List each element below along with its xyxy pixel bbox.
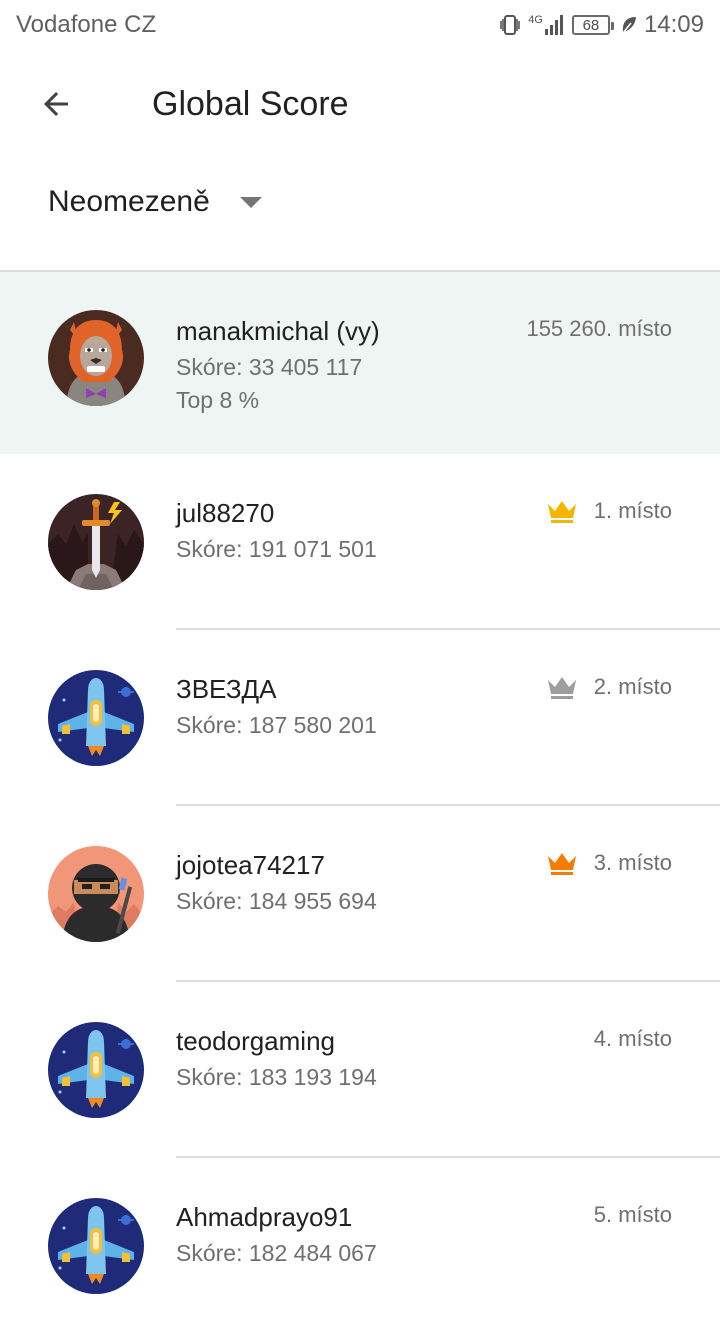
avatar — [48, 310, 144, 406]
silver-crown-icon — [546, 674, 578, 700]
battery-icon: 68 — [571, 15, 614, 35]
leaderboard-row[interactable]: teodorgaming Skóre: 183 193 194 4. místo — [0, 982, 720, 1158]
player-score: Skóre: 183 193 194 — [176, 1064, 377, 1090]
time-filter-dropdown[interactable]: Neomezeně — [48, 176, 262, 228]
player-top-percent: Top 8 % — [176, 387, 260, 413]
spaceship-avatar-icon — [48, 670, 144, 766]
caret-down-icon — [239, 196, 262, 208]
player-rank: 2. místo — [546, 674, 672, 700]
bronze-crown-icon — [546, 850, 578, 876]
leaderboard-list: manakmichal (vy) Skóre: 33 405 117 Top 8… — [0, 272, 720, 1334]
sword-avatar-icon — [48, 494, 144, 590]
player-name: manakmichal (vy) — [176, 316, 380, 346]
rank-label: 5. místo — [593, 1202, 672, 1227]
werewolf-avatar-icon — [48, 310, 144, 406]
leaderboard-row[interactable]: jul88270 Skóre: 191 071 501 1. místo — [0, 454, 720, 630]
player-rank: 1. místo — [546, 498, 672, 524]
signal-icon: 4G — [528, 14, 566, 36]
spaceship-avatar-icon — [48, 1022, 144, 1118]
vibrate-icon — [498, 13, 522, 37]
battery-level: 68 — [582, 16, 600, 34]
current-user-row[interactable]: manakmichal (vy) Skóre: 33 405 117 Top 8… — [0, 272, 720, 454]
player-rank: 4. místo — [594, 1026, 672, 1052]
rank-label: 3. místo — [593, 850, 672, 875]
page-title: Global Score — [152, 84, 349, 123]
gold-crown-icon — [546, 498, 578, 524]
avatar — [48, 670, 144, 766]
player-rank: 5. místo — [594, 1202, 672, 1228]
player-rank: 3. místo — [546, 850, 672, 876]
leaderboard-row[interactable]: Ahmadprayo91 Skóre: 182 484 067 5. místo — [0, 1158, 720, 1334]
avatar — [48, 846, 144, 942]
app-bar: Global Score — [0, 52, 720, 156]
player-name: jojotea74217 — [176, 850, 325, 880]
player-score: Skóre: 191 071 501 — [176, 536, 377, 562]
rank-label: 155 260. místo — [526, 316, 672, 341]
rank-label: 1. místo — [593, 498, 672, 523]
back-button[interactable] — [26, 74, 86, 134]
player-score: Skóre: 33 405 117 — [176, 354, 363, 380]
player-name: ЗВЕЗДА — [176, 674, 277, 704]
leaf-icon — [620, 15, 638, 35]
avatar — [48, 494, 144, 590]
network-type-label: 4G — [528, 14, 543, 26]
carrier-label: Vodafone CZ — [16, 11, 157, 38]
leaderboard-row[interactable]: jojotea74217 Skóre: 184 955 694 3. místo — [0, 806, 720, 982]
player-name: Ahmadprayo91 — [176, 1202, 353, 1232]
player-score: Skóre: 184 955 694 — [176, 888, 377, 914]
status-bar: Vodafone CZ 4G 68 14:09 — [0, 0, 720, 50]
filter-selected-label: Neomezeně — [48, 185, 210, 218]
arrow-back-icon — [44, 92, 68, 116]
status-icons: 4G 68 14:09 — [498, 11, 704, 39]
player-name: jul88270 — [176, 498, 275, 528]
leaderboard-row[interactable]: ЗВЕЗДА Skóre: 187 580 201 2. místo — [0, 630, 720, 806]
avatar — [48, 1022, 144, 1118]
rank-label: 2. místo — [593, 674, 672, 699]
player-rank: 155 260. místo — [526, 316, 672, 342]
player-name: teodorgaming — [176, 1026, 335, 1056]
player-score: Skóre: 187 580 201 — [176, 712, 377, 738]
rank-label: 4. místo — [593, 1026, 672, 1051]
clock: 14:09 — [643, 11, 704, 38]
player-score: Skóre: 182 484 067 — [176, 1240, 377, 1266]
ninja-avatar-icon — [48, 846, 144, 942]
